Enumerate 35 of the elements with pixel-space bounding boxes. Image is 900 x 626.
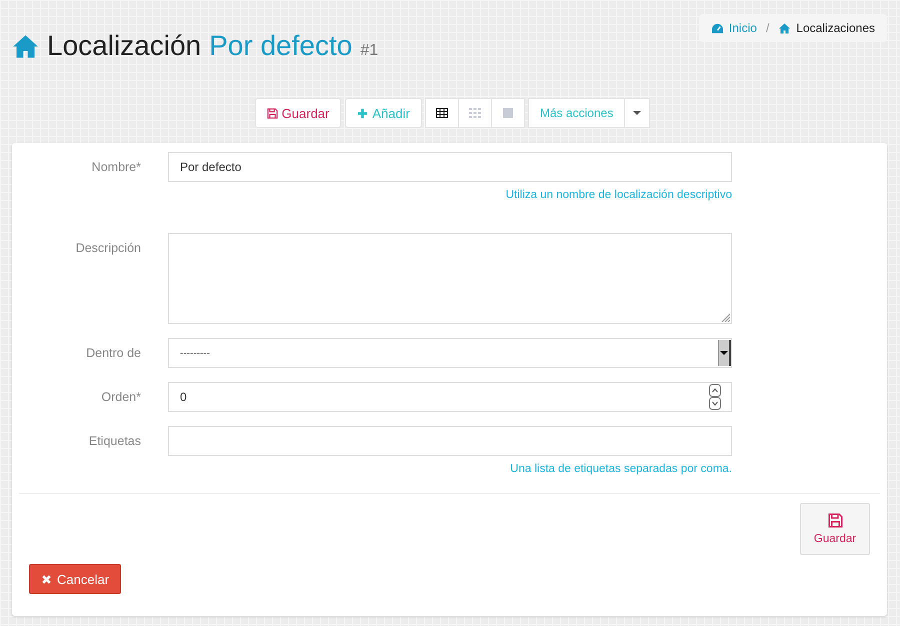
table-icon	[436, 108, 448, 118]
breadcrumb-link[interactable]: Inicio	[728, 21, 757, 35]
save-button[interactable]: Guardar	[254, 98, 342, 128]
field-label: Nombre*	[90, 159, 141, 176]
resize-grip-icon	[720, 312, 730, 322]
home-icon	[12, 34, 39, 58]
caret-icon	[720, 351, 728, 355]
select-field[interactable]: ---------	[168, 338, 732, 368]
save-button[interactable]: Guardar	[800, 503, 870, 555]
dashboard-icon	[710, 22, 724, 34]
dropdown-toggle[interactable]	[624, 98, 650, 128]
text-field[interactable]	[168, 426, 732, 456]
text-area[interactable]	[168, 233, 732, 324]
field-label: Etiquetas	[88, 433, 141, 450]
page-subtitle: Por defecto	[209, 30, 352, 62]
grid-icon	[468, 108, 481, 118]
field-label: Descripción	[74, 240, 141, 257]
plus-icon	[357, 108, 368, 118]
page-title: Localización	[47, 30, 202, 62]
breadcrumb-current: Localizaciones	[796, 21, 875, 35]
caret-icon	[633, 111, 642, 115]
stepper-icon[interactable]	[709, 384, 721, 410]
help-text: Utiliza un nombre de localización descriptivo	[504, 189, 732, 201]
help-text: Una lista de etiquetas separadas por coma.	[509, 463, 732, 475]
field-label: Dentro de	[85, 345, 141, 362]
number-field[interactable]: 0	[168, 382, 732, 412]
close-icon	[41, 574, 52, 584]
record-id: #1	[360, 42, 378, 60]
cancel-button[interactable]: Cancelar	[29, 564, 122, 594]
breadcrumb-separator: /	[766, 21, 770, 35]
text-field[interactable]: Por defecto	[168, 152, 732, 182]
field-label: Orden*	[100, 389, 141, 406]
square-icon	[502, 108, 514, 118]
home-icon	[778, 22, 792, 34]
view-mode-button[interactable]	[424, 98, 459, 128]
